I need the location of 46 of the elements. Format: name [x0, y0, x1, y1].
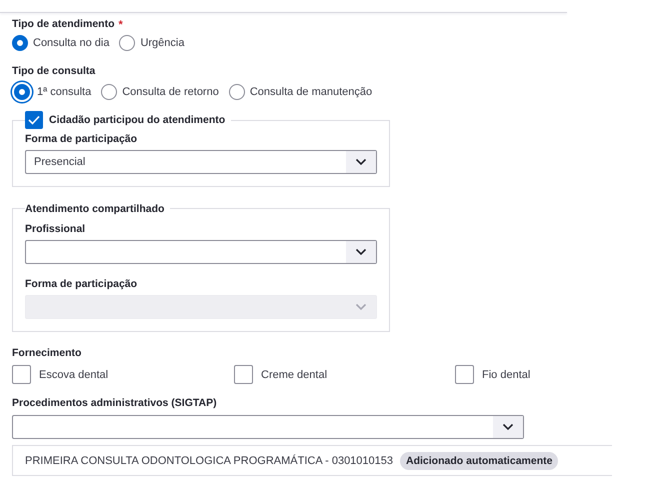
- checkbox-label: Creme dental: [261, 368, 328, 380]
- field-label: Forma de participação: [25, 278, 138, 290]
- radio-button[interactable]: [12, 35, 28, 51]
- fieldset-legend: Atendimento compartilhado: [25, 203, 164, 215]
- checkbox-option[interactable]: Creme dental: [234, 365, 455, 384]
- checkbox-label: Fio dental: [482, 368, 530, 380]
- radio-option[interactable]: Consulta de manutenção: [228, 84, 372, 100]
- radio-option[interactable]: Consulta no dia: [12, 35, 110, 51]
- checkbox-label: Cidadão participou do atendimento: [49, 114, 226, 126]
- radio-button[interactable]: [228, 84, 245, 100]
- chevron-down-icon: [355, 158, 367, 166]
- field-label: Procedimentos administrativos (SIGTAP): [12, 397, 218, 410]
- radio-option[interactable]: Urgência: [119, 35, 184, 51]
- field-label: Fornecimento: [12, 347, 82, 360]
- radio-label: Urgência: [140, 37, 184, 49]
- field-label: Profissional: [25, 223, 86, 235]
- radio-option[interactable]: Consulta de retorno: [101, 84, 219, 100]
- field-label: Tipo de consulta: [12, 65, 96, 78]
- field-label: Tipo de atendimento: [12, 18, 114, 31]
- select-field[interactable]: [25, 240, 377, 264]
- checkbox-option[interactable]: Fio dental: [455, 365, 633, 384]
- checkbox-option[interactable]: Escova dental: [12, 365, 234, 384]
- radio-button[interactable]: [14, 84, 30, 100]
- status-badge: Adicionado automaticamente: [400, 452, 558, 470]
- radio-label: Consulta no dia: [33, 37, 110, 49]
- chevron-down-icon: [355, 303, 367, 311]
- select-field[interactable]: [12, 415, 524, 439]
- checkbox[interactable]: [234, 365, 253, 384]
- radio-label: Consulta de retorno: [122, 86, 219, 98]
- checkbox-label: Escova dental: [39, 368, 108, 380]
- chevron-down-icon: [502, 423, 514, 431]
- procedure-text: PRIMEIRA CONSULTA ODONTOLOGICA PROGRAMÁTICA - 0301010153: [25, 454, 394, 466]
- checkmark-icon: [28, 115, 40, 125]
- field-label: Forma de participação: [25, 133, 138, 145]
- select-field[interactable]: Presencial: [25, 150, 377, 174]
- select-value: Presencial: [34, 156, 86, 168]
- required-mark: *: [118, 18, 123, 30]
- radio-label: Consulta de manutenção: [250, 86, 372, 98]
- radio-button[interactable]: [119, 35, 136, 51]
- checkbox[interactable]: [12, 365, 31, 384]
- radio-label: 1ª consulta: [37, 86, 92, 98]
- radio-button[interactable]: [101, 84, 118, 100]
- checkbox[interactable]: [25, 111, 43, 129]
- checkbox[interactable]: [455, 365, 474, 384]
- chevron-down-icon: [355, 248, 367, 256]
- radio-option[interactable]: 1ª consulta: [12, 82, 92, 102]
